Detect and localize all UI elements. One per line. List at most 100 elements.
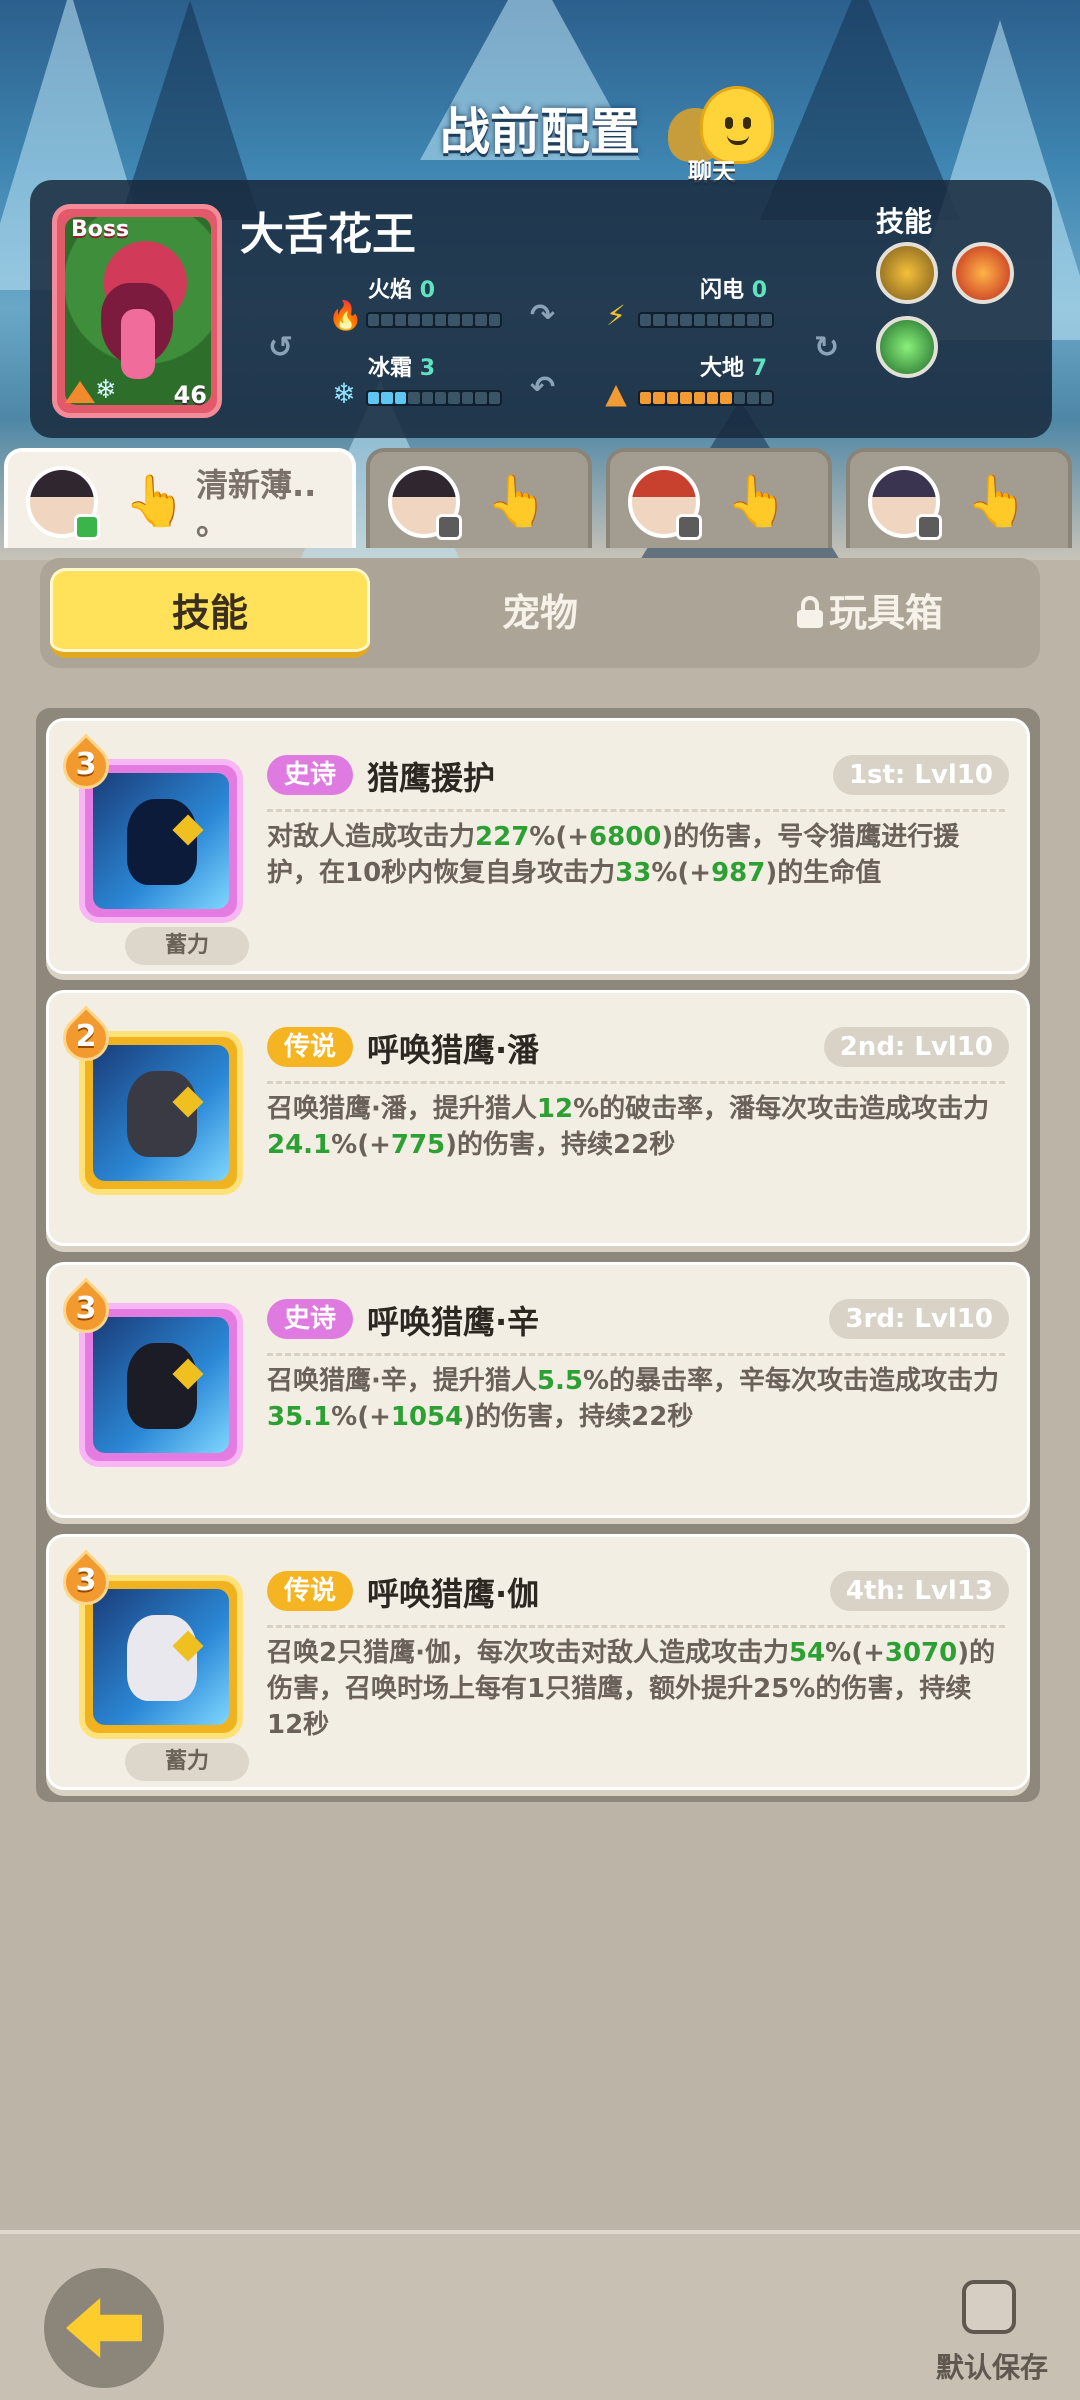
stat-bar-segment [693, 392, 706, 404]
desc-segment: 24.1 [267, 1130, 332, 1160]
desc-segment: 召唤猎鹰·潘，提升猎人 [267, 1094, 537, 1124]
hero-tab-2[interactable]: 👆 [366, 448, 592, 548]
stat-earth-label: 大地 [700, 356, 745, 381]
stat-bar-segment [653, 314, 665, 326]
stat-bar-segment [368, 314, 380, 326]
back-button[interactable] [44, 2268, 164, 2388]
star-level: 3 [75, 1563, 97, 1598]
boss-name: 大舌花王 [240, 209, 416, 260]
tab-pets[interactable]: 宠物 [380, 568, 700, 658]
stat-lightning-bar [638, 312, 774, 328]
tab-toybox[interactable]: 玩具箱 [710, 568, 1030, 658]
stat-bar-segment [448, 392, 460, 404]
stat-bar-segment [381, 392, 393, 404]
cycle-arrow-icon: ↷ [530, 298, 556, 333]
desc-segment: 3070 [884, 1638, 958, 1668]
boss-portrait-image [65, 217, 211, 405]
skill-name: 呼唤猎鹰·伽 [367, 1575, 540, 1613]
stat-bar-segment [475, 392, 487, 404]
divider [267, 1081, 1005, 1084]
stat-fire-bar [366, 312, 502, 328]
desc-segment: %的破击率，潘每次攻击造成攻击力 [573, 1094, 990, 1124]
earth-icon: ▲ [605, 377, 627, 410]
desc-segment: %(+ [331, 1130, 391, 1160]
divider [267, 809, 1005, 812]
stat-bar-segment [381, 314, 393, 326]
stat-fire: 火焰 0 🔥 [328, 272, 528, 332]
skill-card[interactable]: 3 蓄力 传说 呼唤猎鹰·伽 4th: Lvl13 召唤2只猎鹰·伽，每次攻击对… [46, 1534, 1030, 1790]
rarity-badge: 传说 [267, 1571, 353, 1611]
boss-portrait-card[interactable]: Boss ❄ 46 [52, 204, 222, 418]
charge-tag: 蓄力 [125, 927, 249, 965]
skill-list: 3 蓄力 史诗 猎鹰援护 1st: Lvl10 对敌人造成攻击力227%(+68… [36, 708, 1040, 1802]
boss-skills-label: 技能 [876, 205, 933, 238]
boss-skill-2-icon[interactable] [952, 242, 1014, 304]
desc-segment: 对敌人造成攻击力 [267, 822, 476, 852]
stat-bar-segment [488, 392, 501, 404]
desc-segment: 35.1 [267, 1402, 332, 1432]
desc-segment: 6800 [589, 822, 662, 852]
stat-bar-segment [475, 314, 487, 326]
stat-bar-segment [666, 314, 679, 326]
skill-card[interactable]: 3 史诗 呼唤猎鹰·辛 3rd: Lvl10 召唤猎鹰·辛，提升猎人5.5%的暴… [46, 1262, 1030, 1518]
tap-hand-icon: 👆 [486, 472, 549, 530]
default-save-checkbox[interactable] [962, 2280, 1016, 2334]
lock-icon [796, 595, 823, 628]
boss-level: 46 [173, 381, 207, 409]
stat-bar-segment [435, 392, 447, 404]
star-level: 2 [75, 1019, 97, 1054]
hero-status-badge [436, 514, 462, 540]
stat-bar-segment [640, 392, 652, 404]
cycle-arrow-icon: ↶ [530, 370, 556, 405]
star-level-icon: 3 [53, 733, 119, 799]
desc-segment: 召唤2只猎鹰·伽，每次攻击对敌人造成攻击力 [267, 1638, 789, 1668]
stat-bar-segment [408, 314, 420, 326]
tab-toybox-label: 玩具箱 [828, 591, 943, 635]
rarity-badge: 传说 [267, 1027, 353, 1067]
tab-skills[interactable]: 技能 [50, 568, 370, 658]
boss-skill-1-icon[interactable] [876, 242, 938, 304]
stat-bar-segment [693, 314, 706, 326]
hero-tab-4[interactable]: 👆 [846, 448, 1072, 548]
stat-frost: 冰霜 3 ❄ [328, 350, 528, 410]
desc-segment: 54 [788, 1638, 826, 1668]
desc-segment: )的伤害，持续22秒 [463, 1402, 694, 1432]
stat-bar-segment [707, 392, 719, 404]
stat-bar-segment [421, 392, 434, 404]
stat-lightning: 闪电 0 ⚡ [600, 272, 800, 332]
boss-info-panel: Boss ❄ 46 大舌花王 火焰 0 🔥 闪电 0 ⚡ 冰霜 3 ❄ 大地 7… [30, 180, 1052, 438]
skill-card[interactable]: 3 蓄力 史诗 猎鹰援护 1st: Lvl10 对敌人造成攻击力227%(+68… [46, 718, 1030, 974]
desc-segment: 775 [390, 1130, 446, 1160]
desc-segment: %(+ [651, 858, 712, 888]
hero-tab-3[interactable]: 👆 [606, 448, 832, 548]
skill-description: 召唤猎鹰·潘，提升猎人12%的破击率，潘每次攻击造成攻击力 24.1%(+775)… [267, 1091, 1005, 1163]
skill-slot-level: 3rd: Lvl10 [829, 1299, 1009, 1339]
desc-segment: 5.5 [536, 1366, 583, 1396]
cycle-arrow-icon: ↻ [814, 330, 840, 365]
stat-bar-segment [653, 392, 665, 404]
skill-card[interactable]: 2 传说 呼唤猎鹰·潘 2nd: Lvl10 召唤猎鹰·潘，提升猎人12%的破击… [46, 990, 1030, 1246]
stat-bar-segment [461, 392, 474, 404]
chat-button[interactable]: 聊天 [668, 86, 778, 186]
cycle-arrow-icon: ↺ [268, 330, 294, 365]
stat-bar-segment [394, 392, 407, 404]
hero-tab-1[interactable]: 👆 清新薄.. 。 [4, 448, 356, 548]
stat-bar-segment [747, 314, 759, 326]
divider [267, 1625, 1005, 1628]
skill-slot-level: 2nd: Lvl10 [823, 1027, 1009, 1067]
skill-name: 呼唤猎鹰·辛 [367, 1303, 540, 1341]
tap-hand-icon: 👆 [966, 472, 1029, 530]
back-arrow-icon [66, 2298, 142, 2358]
skill-name: 呼唤猎鹰·潘 [367, 1031, 540, 1069]
desc-segment: 227 [475, 822, 530, 852]
desc-segment: )的伤害，持续22秒 [445, 1130, 676, 1160]
stat-bar-segment [680, 392, 692, 404]
stat-bar-segment [733, 392, 746, 404]
stat-earth-value: 7 [751, 356, 767, 381]
stat-bar-segment [733, 314, 746, 326]
desc-segment: 1054 [390, 1402, 464, 1432]
stat-earth-bar [638, 390, 774, 406]
stat-bar-segment [680, 314, 692, 326]
boss-skill-3-icon[interactable] [876, 316, 938, 378]
frost-element-icon: ❄ [95, 375, 117, 405]
